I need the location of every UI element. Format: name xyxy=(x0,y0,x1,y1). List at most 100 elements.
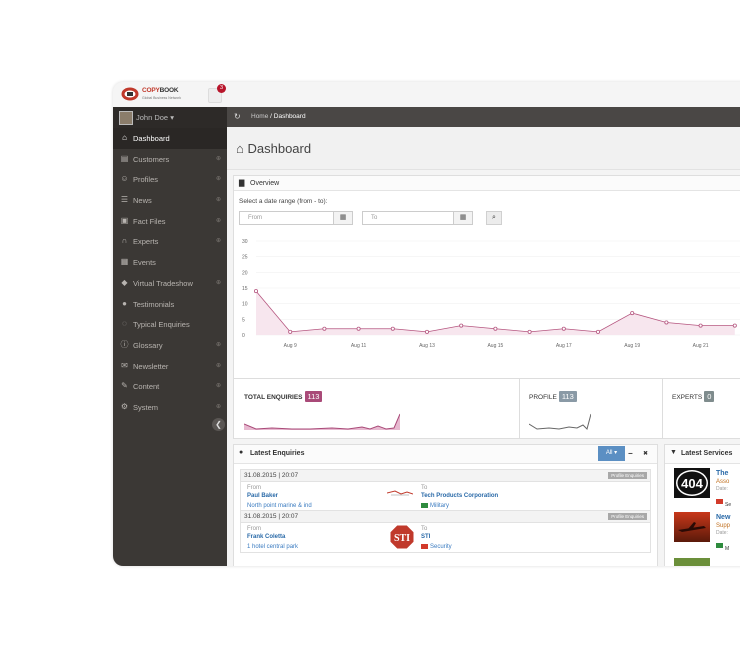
category-flag-icon xyxy=(421,544,428,549)
date-from-input[interactable]: From xyxy=(239,211,334,225)
sidebar-item-typical-enquiries[interactable]: ◌ Typical Enquiries xyxy=(113,314,227,335)
service-title[interactable]: The xyxy=(716,470,728,477)
service-title[interactable]: New xyxy=(716,514,730,521)
sidebar-item-label: Glossary xyxy=(133,340,163,350)
expand-icon[interactable]: ⊕ xyxy=(216,196,221,203)
from-label: From xyxy=(247,485,261,491)
y-tick-label: 30 xyxy=(242,239,248,245)
date-to-input[interactable]: To xyxy=(362,211,457,225)
service-subtitle: Asso xyxy=(716,479,730,485)
sidebar-item-testimonials[interactable]: ● Testimonials xyxy=(113,294,227,315)
data-point xyxy=(527,329,532,334)
sidebar-item-label: System xyxy=(133,402,159,412)
from-name[interactable]: Paul Baker xyxy=(247,493,278,499)
comments-icon: ● xyxy=(239,449,244,456)
edit-icon: ✎ xyxy=(121,381,128,391)
expand-icon[interactable]: ⊕ xyxy=(216,382,221,389)
data-point xyxy=(595,329,600,334)
breadcrumb-home[interactable]: Home xyxy=(251,113,268,120)
data-point xyxy=(424,329,429,334)
sidebar-item-label: Experts xyxy=(133,237,159,247)
expand-icon[interactable]: ⊕ xyxy=(216,175,221,182)
sidebar-item-label: Virtual Tradeshow xyxy=(133,278,193,288)
notifications-button[interactable]: 3 xyxy=(208,84,226,103)
service-item[interactable]: 404 The Asso Date: Se xyxy=(664,465,740,508)
tech-products-logo xyxy=(387,490,413,496)
minimize-button[interactable]: − xyxy=(628,449,633,458)
expand-icon[interactable]: ⊕ xyxy=(216,362,221,369)
from-company[interactable]: 1 hotel central park xyxy=(247,544,298,550)
to-name[interactable]: Tech Products Corporation xyxy=(421,493,498,499)
x-tick-label: Aug 15 xyxy=(487,343,503,349)
sidebar-item-fact-files[interactable]: ▣ Fact Files ⊕ xyxy=(113,211,227,232)
user-menu[interactable]: John Doe ▾ xyxy=(113,107,227,128)
profile-sparkline xyxy=(529,413,591,430)
category-flag-icon xyxy=(716,499,723,505)
calendar-icon[interactable]: ▦ xyxy=(333,211,353,225)
enquiry-type-badge: Profile Enquiries xyxy=(608,472,647,479)
copybook-logo[interactable]: COPYBOOK Global Business Network xyxy=(121,86,183,104)
logo-mark-icon xyxy=(121,87,139,101)
calendar-icon[interactable]: ▦ xyxy=(453,211,473,225)
from-company[interactable]: North point marine & ind xyxy=(247,503,312,509)
app-window: COPYBOOK Global Business Network 3 John … xyxy=(113,82,740,566)
enquiry-item[interactable]: 31.08.2015 | 20:07 Profile Enquiries From… xyxy=(240,469,651,512)
experts-stat: EXPERTS 0 xyxy=(662,379,740,439)
sti-logo: STI xyxy=(389,524,415,550)
logo-tagline: Global Business Network xyxy=(142,96,182,100)
top-bar: COPYBOOK Global Business Network 3 xyxy=(113,82,740,108)
briefcase-icon: ▤ xyxy=(120,153,129,163)
sidebar-item-profiles[interactable]: ☺ Profiles ⊕ xyxy=(113,169,227,190)
newspaper-icon: ☰ xyxy=(120,195,129,205)
expand-icon[interactable]: ⊕ xyxy=(216,155,221,162)
sidebar-item-events[interactable]: ▦ Events xyxy=(113,252,227,273)
expand-icon[interactable]: ⊕ xyxy=(216,217,221,224)
service-404-image: 404 xyxy=(674,468,710,498)
cogs-icon: ⚙ xyxy=(120,401,129,411)
sidebar-item-experts[interactable]: ∩ Experts ⊕ xyxy=(113,231,227,252)
expand-icon[interactable]: ⊕ xyxy=(216,279,221,286)
from-label: From xyxy=(247,526,261,532)
sidebar-item-system[interactable]: ⚙ System ⊕ xyxy=(113,397,227,418)
sidebar-item-content[interactable]: ✎ Content ⊕ xyxy=(113,376,227,397)
avatar xyxy=(119,111,133,125)
sidebar-item-glossary[interactable]: ⓘ Glossary ⊕ xyxy=(113,335,227,356)
to-name[interactable]: STI xyxy=(421,534,430,540)
sidebar-item-label: Events xyxy=(133,258,156,268)
enquiries-filter-dropdown[interactable]: All ▾ xyxy=(598,446,625,461)
data-point xyxy=(459,323,464,328)
collapse-sidebar-icon[interactable]: ❮ xyxy=(212,418,225,431)
sidebar-item-newsletter[interactable]: ✉ Newsletter ⊕ xyxy=(113,356,227,377)
service-category: Se xyxy=(716,493,731,508)
service-date: Date: xyxy=(716,486,728,492)
sidebar-item-customers[interactable]: ▤ Customers ⊕ xyxy=(113,149,227,170)
user-name: John Doe ▾ xyxy=(136,113,174,122)
comments-icon: ◌ xyxy=(122,319,127,329)
data-point xyxy=(664,320,669,325)
expand-icon[interactable]: ⊕ xyxy=(216,403,221,410)
category-flag-icon xyxy=(421,503,428,508)
close-button[interactable]: ✖ xyxy=(643,450,648,457)
enquiry-date: 31.08.2015 | 20:07 xyxy=(244,513,299,520)
data-point xyxy=(732,323,737,328)
sidebar-item-virtual-tradeshow[interactable]: ◆ Virtual Tradeshow ⊕ xyxy=(113,273,227,294)
data-point xyxy=(356,326,361,331)
service-item[interactable]: New Supp Date: M xyxy=(664,509,740,552)
folder-icon: ▣ xyxy=(120,215,129,225)
sidebar-item-news[interactable]: ☰ News ⊕ xyxy=(113,190,227,211)
refresh-icon[interactable]: ↻ xyxy=(234,112,244,122)
latest-enquiries-panel: ● Latest Enquiries All ▾ − ✖ 31.08.2015 … xyxy=(233,444,658,566)
service-thumbnail xyxy=(674,558,710,566)
to-category: Military xyxy=(421,503,449,509)
sidebar-item-dashboard[interactable]: ⌂ Dashboard xyxy=(113,128,227,149)
breadcrumb: ↻ Home / Dashboard xyxy=(227,107,740,127)
search-button[interactable]: ⌕ xyxy=(486,211,502,225)
expand-icon[interactable]: ⊕ xyxy=(216,341,221,348)
enquiry-item[interactable]: 31.08.2015 | 20:07 Profile Enquiries From… xyxy=(240,510,651,553)
expand-icon[interactable]: ⊕ xyxy=(216,237,221,244)
x-tick-label: Aug 11 xyxy=(351,343,367,349)
from-name[interactable]: Frank Coletta xyxy=(247,534,285,540)
x-tick-label: Aug 17 xyxy=(556,343,572,349)
profile-label: PROFILE xyxy=(529,394,557,401)
overview-title: Overview xyxy=(250,179,280,187)
